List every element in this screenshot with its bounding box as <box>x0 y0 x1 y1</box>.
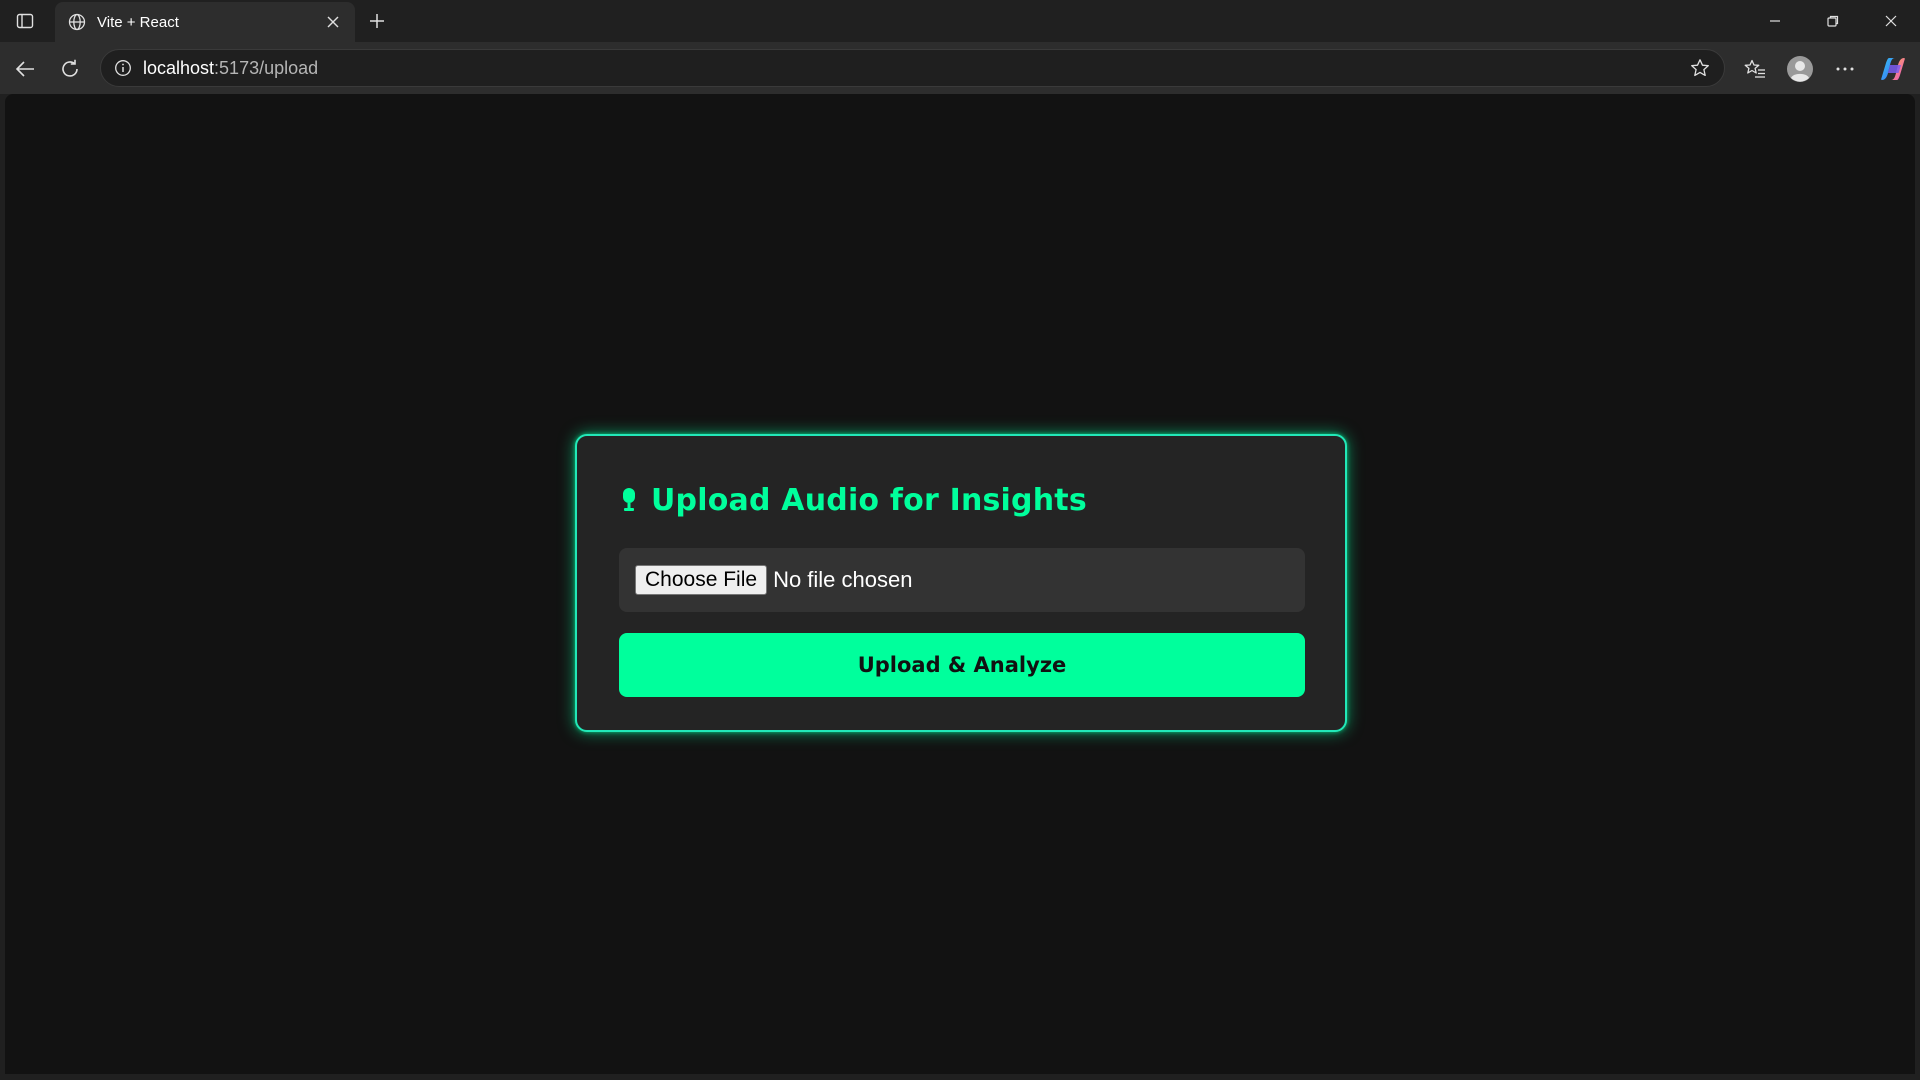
card-heading: Upload Audio for Insights <box>619 478 1303 522</box>
reload-icon <box>62 59 78 77</box>
site-info-icon[interactable] <box>111 56 135 80</box>
arrow-left-icon <box>15 61 34 77</box>
url-text[interactable]: localhost:5173/upload <box>143 58 1686 79</box>
url-host: localhost <box>143 57 215 78</box>
tab-strip: Vite + React <box>0 0 1920 42</box>
new-tab-button[interactable] <box>362 6 392 36</box>
restore-icon <box>1827 15 1839 27</box>
tab-close-button[interactable] <box>321 10 345 34</box>
url-path: :5173/upload <box>214 57 319 78</box>
page-viewport: Upload Audio for Insights Choose File No… <box>5 94 1915 1074</box>
globe-icon <box>67 12 87 32</box>
copilot-button[interactable] <box>1876 52 1910 86</box>
more-icon <box>1836 67 1854 71</box>
minimize-button[interactable] <box>1746 0 1804 42</box>
browser-window: Vite + React localhost:5173/upload Uploa… <box>0 0 1920 1080</box>
file-status-text: No file chosen <box>773 567 913 592</box>
favorite-star-button[interactable] <box>1686 54 1714 82</box>
star-icon <box>1691 59 1709 77</box>
page-title: Upload Audio for Insights <box>651 482 1087 518</box>
favorites-list-icon <box>1744 59 1765 78</box>
minimize-icon <box>1770 20 1780 22</box>
close-icon <box>1885 15 1897 27</box>
tab-title: Vite + React <box>97 13 179 31</box>
file-input[interactable]: Choose File No file chosen <box>619 548 1305 612</box>
tab-active[interactable]: Vite + React <box>55 2 355 42</box>
upload-card: Upload Audio for Insights Choose File No… <box>575 434 1347 732</box>
sidebar-panel-icon <box>16 13 34 29</box>
favorites-button[interactable] <box>1738 52 1772 86</box>
restore-button[interactable] <box>1804 0 1862 42</box>
avatar-icon <box>1787 56 1813 82</box>
choose-file-button[interactable]: Choose File <box>635 565 768 595</box>
settings-more-button[interactable] <box>1828 52 1862 86</box>
plus-icon <box>370 14 384 28</box>
address-bar[interactable]: localhost:5173/upload <box>100 49 1725 87</box>
tab-actions-button[interactable] <box>10 6 40 36</box>
upload-analyze-button[interactable]: Upload & Analyze <box>619 633 1305 697</box>
reload-button[interactable] <box>53 52 87 86</box>
browser-toolbar: localhost:5173/upload <box>0 42 1920 94</box>
window-controls <box>1746 0 1920 42</box>
copilot-icon <box>1881 58 1905 80</box>
microphone-icon <box>619 486 639 514</box>
back-button[interactable] <box>8 52 42 86</box>
profile-button[interactable] <box>1783 52 1817 86</box>
close-icon <box>327 16 339 28</box>
close-window-button[interactable] <box>1862 0 1920 42</box>
